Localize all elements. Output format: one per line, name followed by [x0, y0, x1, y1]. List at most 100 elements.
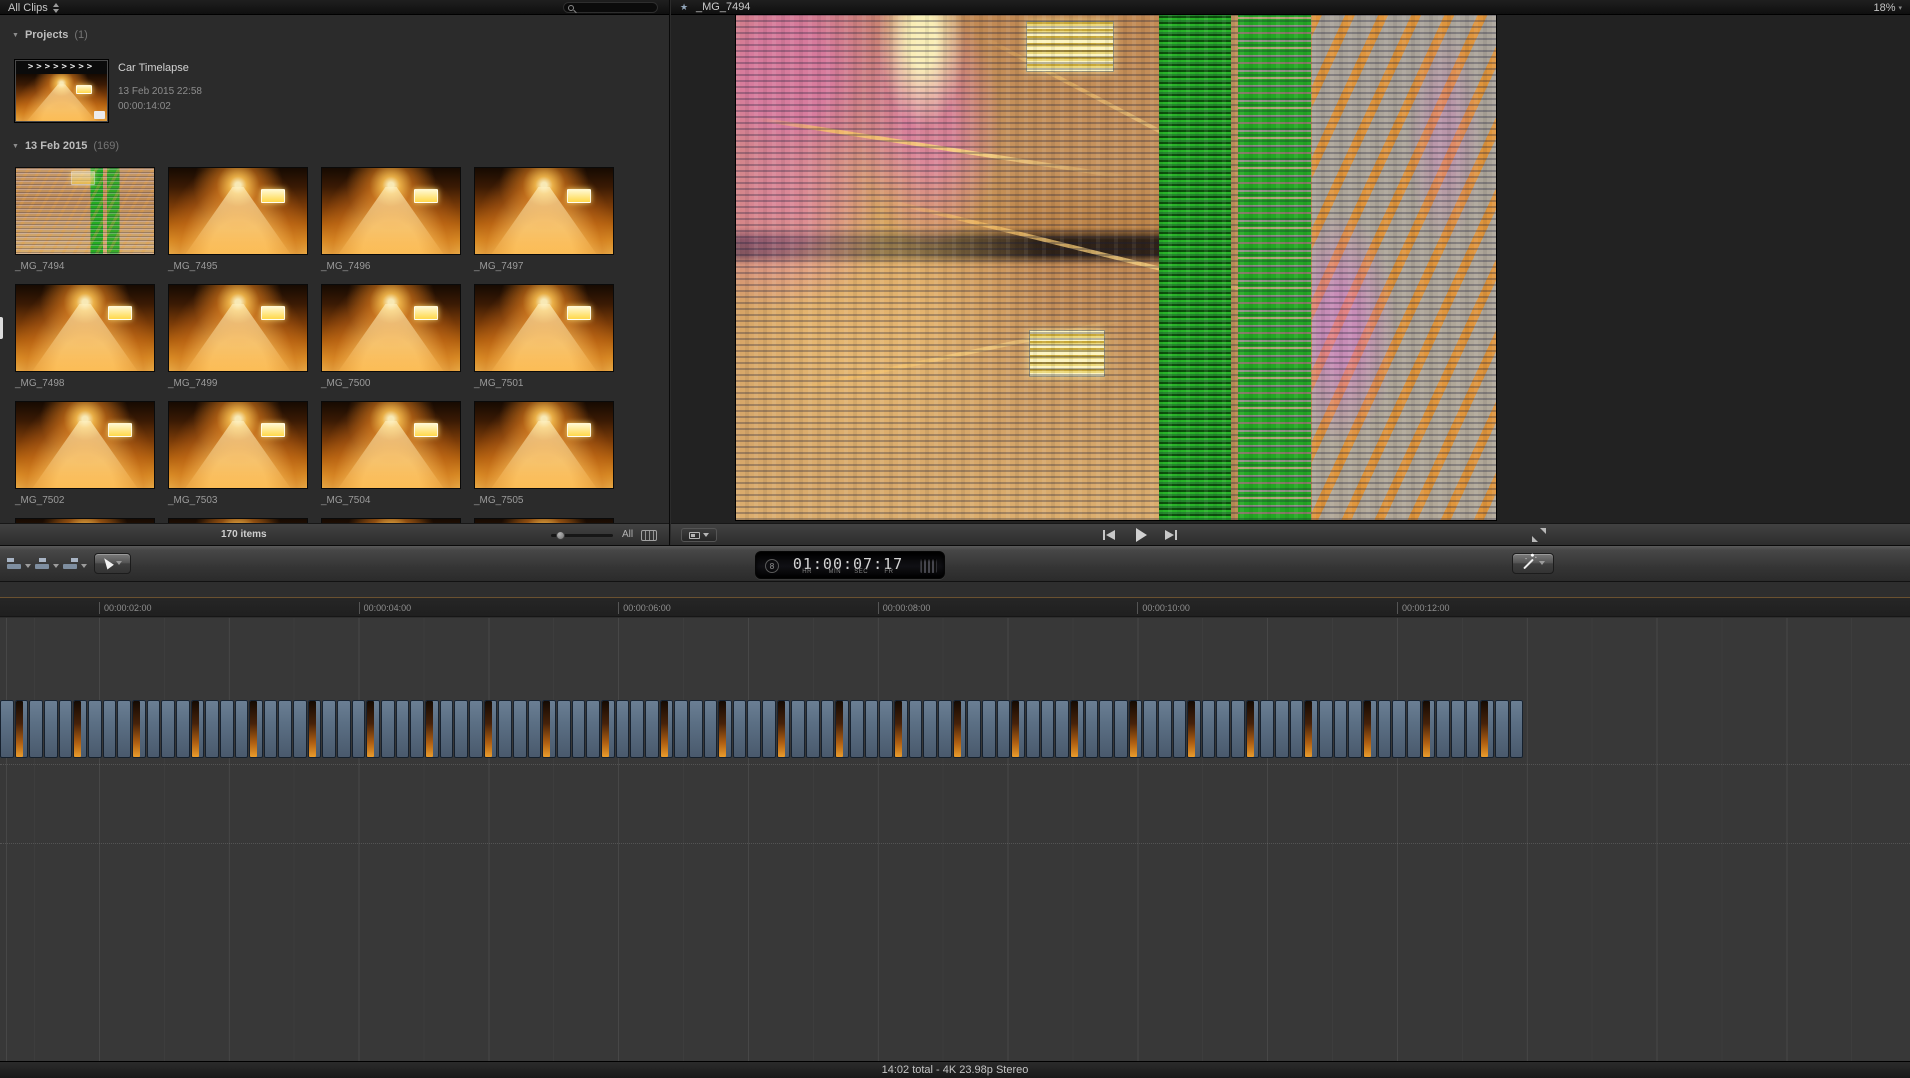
clip-item[interactable]: _MG_7502: [15, 401, 155, 506]
timeline-clip[interactable]: [542, 700, 556, 758]
project-thumbnail[interactable]: >>>>>>>>: [15, 60, 108, 122]
timeline-clip[interactable]: [205, 700, 219, 758]
dashboard-timecode[interactable]: 8 01:00:07:17 HR MIN SEC FR: [755, 551, 945, 579]
timeline-clip[interactable]: [263, 700, 278, 758]
timeline-clip[interactable]: [190, 700, 205, 758]
timeline-clip[interactable]: [234, 700, 249, 758]
disclosure-triangle-icon[interactable]: ▼: [12, 32, 19, 39]
connect-edit-button[interactable]: [7, 558, 31, 569]
timeline-clip[interactable]: [879, 700, 894, 758]
clip-thumbnail[interactable]: [168, 284, 308, 372]
timeline-clip[interactable]: [1025, 700, 1040, 758]
timeline-clip[interactable]: [688, 700, 703, 758]
select-tool-button[interactable]: [94, 553, 131, 574]
timeline-clip[interactable]: [1392, 700, 1406, 758]
timeline-clip[interactable]: [981, 700, 996, 758]
clip-thumbnail[interactable]: [15, 401, 155, 489]
disclosure-triangle-icon[interactable]: ▼: [12, 143, 19, 150]
clip-thumbnail[interactable]: [474, 167, 614, 255]
timeline-clip[interactable]: [864, 700, 879, 758]
timeline-clip[interactable]: [1509, 700, 1524, 758]
timeline-clip[interactable]: [1011, 700, 1025, 758]
clip-item[interactable]: _MG_7501: [474, 284, 614, 389]
timeline-clip[interactable]: [87, 700, 102, 758]
clip-item[interactable]: _MG_7504: [321, 401, 461, 506]
timeline-clip[interactable]: [1245, 700, 1260, 758]
timeline-clip[interactable]: [703, 700, 718, 758]
clip-item[interactable]: _MG_7500: [321, 284, 461, 389]
timeline-clip[interactable]: [1055, 700, 1069, 758]
timeline-clip[interactable]: [439, 700, 454, 758]
timeline-clip[interactable]: [43, 700, 58, 758]
timeline-clip[interactable]: [1377, 700, 1392, 758]
timeline-clip[interactable]: [835, 700, 850, 758]
clip-item[interactable]: _MG_7497: [474, 167, 614, 272]
previous-frame-button[interactable]: [1096, 527, 1120, 543]
clip-thumbnail[interactable]: [474, 284, 614, 372]
timeline-clip[interactable]: [410, 700, 425, 758]
clip-item[interactable]: _MG_7495: [168, 167, 308, 272]
timeline-clip[interactable]: [1231, 700, 1245, 758]
timeline-clip[interactable]: [1465, 700, 1480, 758]
timeline-clip[interactable]: [1450, 700, 1465, 758]
timeline-clip[interactable]: [850, 700, 864, 758]
timeline-clip[interactable]: [322, 700, 337, 758]
timeline-clip[interactable]: [1187, 700, 1201, 758]
timeline-clip[interactable]: [0, 700, 14, 758]
timeline-clip[interactable]: [1421, 700, 1436, 758]
timeline-clip[interactable]: [644, 700, 659, 758]
clip-thumbnail[interactable]: [321, 401, 461, 489]
timeline-clip[interactable]: [820, 700, 835, 758]
clip-thumbnail[interactable]: [15, 167, 155, 255]
append-edit-button[interactable]: [63, 558, 87, 569]
fullscreen-button[interactable]: [1531, 528, 1547, 542]
project-item[interactable]: >>>>>>>> Car Timelapse 13 Feb 2015 22:58…: [15, 60, 659, 124]
timeline-clip[interactable]: [278, 700, 293, 758]
timeline-clip[interactable]: [1143, 700, 1157, 758]
timeline-clip[interactable]: [102, 700, 117, 758]
timeline-clip[interactable]: [131, 700, 146, 758]
enhancements-button[interactable]: [1512, 553, 1554, 574]
timeline-clip[interactable]: [1304, 700, 1319, 758]
timeline-clip[interactable]: [1172, 700, 1187, 758]
timeline-clip[interactable]: [1289, 700, 1304, 758]
next-frame-button[interactable]: [1160, 527, 1184, 543]
timeline-clip[interactable]: [1201, 700, 1216, 758]
slider-knob[interactable]: [556, 531, 565, 540]
timeline-clip[interactable]: [1363, 700, 1377, 758]
timeline-clip[interactable]: [659, 700, 674, 758]
timeline-clip[interactable]: [630, 700, 644, 758]
clip-item[interactable]: _MG_7505: [474, 401, 614, 506]
timeline-clip[interactable]: [1436, 700, 1450, 758]
timeline-clip[interactable]: [29, 700, 43, 758]
timeline-clip[interactable]: [1040, 700, 1055, 758]
timeline-clip[interactable]: [1216, 700, 1231, 758]
timeline-clip[interactable]: [1113, 700, 1128, 758]
search-input[interactable]: [577, 3, 653, 12]
play-button[interactable]: [1128, 527, 1152, 543]
timeline-clip[interactable]: [454, 700, 468, 758]
timeline-clip[interactable]: [381, 700, 395, 758]
event-section-header[interactable]: ▼ 13 Feb 2015 (169): [12, 140, 119, 152]
timeline-clip[interactable]: [395, 700, 410, 758]
viewer-display-options-button[interactable]: [681, 528, 717, 542]
clip-item[interactable]: _MG_7494: [15, 167, 155, 272]
timeline-clip[interactable]: [1099, 700, 1113, 758]
timeline-clip[interactable]: [938, 700, 952, 758]
timeline-clip[interactable]: [249, 700, 263, 758]
timeline-clip[interactable]: [146, 700, 161, 758]
clip-thumbnail[interactable]: [321, 284, 461, 372]
timeline-clip[interactable]: [571, 700, 586, 758]
timeline-clip[interactable]: [1275, 700, 1289, 758]
timeline-clip[interactable]: [1480, 700, 1494, 758]
timeline-clip[interactable]: [615, 700, 630, 758]
video-frame[interactable]: [736, 15, 1496, 520]
timeline-clip[interactable]: [674, 700, 688, 758]
timeline-clip[interactable]: [1494, 700, 1509, 758]
duration-filter-label[interactable]: All: [622, 524, 633, 545]
timeline-clip[interactable]: [73, 700, 87, 758]
timeline-clip[interactable]: [483, 700, 498, 758]
timeline-clip[interactable]: [1333, 700, 1348, 758]
timeline-clip[interactable]: [219, 700, 234, 758]
timeline-clip[interactable]: [175, 700, 190, 758]
